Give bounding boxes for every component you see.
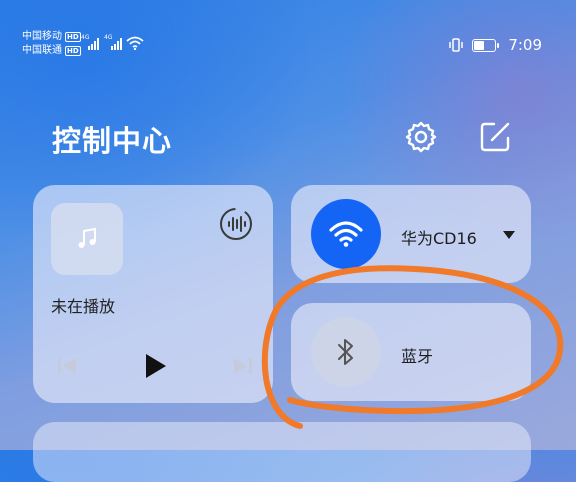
gear-icon[interactable]	[404, 120, 438, 154]
edit-icon[interactable]	[478, 120, 512, 154]
network-type-2: 4G	[104, 34, 113, 41]
wifi-toggle[interactable]	[311, 199, 381, 269]
chevron-down-icon[interactable]	[503, 231, 515, 239]
hd-badge-2: HD	[65, 46, 81, 56]
bluetooth-card[interactable]: 蓝牙	[291, 303, 531, 401]
next-icon[interactable]	[231, 354, 255, 378]
bluetooth-label: 蓝牙	[401, 347, 434, 366]
audio-wave-icon[interactable]	[219, 207, 253, 241]
wifi-icon	[126, 36, 144, 50]
carrier-2-name: 中国联通	[22, 45, 62, 56]
bottom-card[interactable]	[33, 422, 531, 482]
previous-icon[interactable]	[55, 354, 79, 378]
media-player-card[interactable]: 未在播放	[33, 185, 273, 403]
play-icon[interactable]	[141, 352, 169, 380]
signal-icon: 4G	[81, 34, 99, 50]
signal-group: 4G 4G	[81, 34, 144, 50]
wifi-card[interactable]: 华为CD16	[291, 185, 531, 283]
music-note-icon	[78, 227, 96, 248]
signal-icon-2: 4G	[104, 34, 122, 50]
hd-badge: HD	[65, 32, 81, 42]
carrier-info: 中国移动 HD 中国联通 HD	[22, 30, 81, 58]
wifi-icon-large	[329, 221, 363, 247]
wifi-network-name: 华为CD16	[401, 229, 477, 248]
bluetooth-icon	[338, 339, 353, 365]
carrier-row-1: 中国移动 HD	[22, 30, 81, 44]
album-art	[51, 203, 123, 275]
carrier-1-name: 中国移动	[22, 31, 62, 42]
carrier-row-2: 中国联通 HD	[22, 44, 81, 58]
clock: 7:09	[508, 36, 542, 54]
media-controls	[55, 349, 255, 383]
battery-icon	[472, 38, 500, 52]
page-title: 控制中心	[52, 124, 173, 158]
playback-status: 未在播放	[51, 297, 116, 316]
network-type-1: 4G	[81, 34, 90, 41]
vibrate-icon	[449, 38, 464, 52]
status-right: 7:09	[448, 36, 542, 54]
bluetooth-toggle[interactable]	[311, 317, 381, 387]
